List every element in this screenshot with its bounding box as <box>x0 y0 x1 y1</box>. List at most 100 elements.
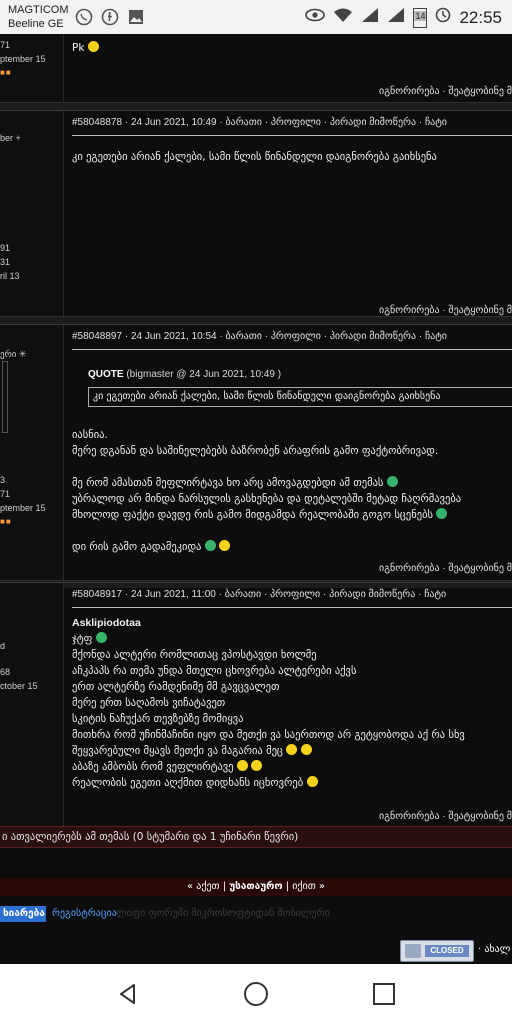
header-rule <box>72 607 512 608</box>
closed-icon <box>405 944 421 958</box>
forum-thread: 71 ptember 15 ■■ Pk იგნორირება · შეატყობ… <box>0 34 512 964</box>
smiley-icon <box>204 540 216 551</box>
post: d 68 ctober 15 #58048917 · 24 Jun 2021, … <box>0 582 512 826</box>
post-line: მერე ერთ საღამოს ვიჩატავეთ <box>72 697 226 709</box>
post-line: შეყვარებული მყავს მეთქი ვა მაგარია მეც <box>72 743 312 759</box>
next-topic-link[interactable]: იქით » <box>292 881 325 892</box>
signal-icon <box>361 7 379 28</box>
post-text: მხოლოდ ფაქტი დავდე რის გამო მიდგამდა რეა… <box>72 509 434 521</box>
rating-stars: ■■ <box>0 68 12 77</box>
post-header[interactable]: #58048897 · 24 Jun 2021, 10:54 · ბარათი … <box>72 331 447 342</box>
quote-title: QUOTE <box>88 369 124 380</box>
thumbs-up-icon <box>236 760 248 771</box>
viewers-summary: ი ათვალიერებს ამ თემას (0 სტუმარი და 1 უ… <box>0 826 512 848</box>
sidebar-info: 71 <box>0 489 11 499</box>
eye-icon <box>305 8 326 27</box>
sidebar-info: ერი ✳ <box>0 349 27 359</box>
post-footer-links[interactable]: იგნორირება · შეატყობინე მ <box>379 305 512 316</box>
post-line: რეალობის ეგეთი აღქმით დიდხანს იცხოვრებ <box>72 775 318 791</box>
thumbs-up-icon <box>251 760 263 771</box>
quote-meta: (bigmaster @ 24 Jun 2021, 10:49 ) <box>126 369 282 380</box>
post-footer-links[interactable]: იგნორირება · შეატყობინე მ <box>379 811 512 822</box>
post-line: სკიტის ნაჩუქარ თევზებზე მომიყვა <box>72 713 244 725</box>
avatar <box>2 361 8 433</box>
clock: 22:55 <box>459 7 502 27</box>
quote-box: კი ეგეთები არიან ქალები, სამი წლის წინან… <box>88 387 512 407</box>
current-topic-label: უსათაურო <box>229 881 283 892</box>
post: ber + 91 31 ril 13 #58048878 · 24 Jun 20… <box>0 110 512 324</box>
post-sidebar: 71 ptember 15 ■■ <box>0 34 64 102</box>
quote-label: QUOTE (bigmaster @ 24 Jun 2021, 10:49 ) <box>88 369 281 380</box>
signal-icon-2 <box>387 7 405 28</box>
post-text: შეყვარებული მყავს მეთქი ვა მაგარია მეც <box>72 745 283 757</box>
bottom-links: ხიარება რეგისტრაცია ლიფი ფორუმი მიკროსოფ… <box>0 906 512 924</box>
sidebar-info: ptember 15 <box>0 503 46 513</box>
post-body: კი ეგეთები არიან ქალები, სამი წლის წინან… <box>72 151 437 163</box>
thumbs-up-icon <box>300 744 312 755</box>
rating-stars: ■■ <box>0 517 12 526</box>
new-topic-link[interactable]: · ახალ <box>478 944 510 955</box>
sidebar-info: 3 <box>0 475 6 485</box>
post: ერი ✳ 3 71 ptember 15 ■■ #58048897 · 24 … <box>0 324 512 580</box>
register-link[interactable]: რეგისტრაცია <box>52 908 117 919</box>
prev-topic-link[interactable]: « აქეთ <box>187 881 220 892</box>
alarm-icon <box>435 7 451 28</box>
smiley-icon <box>95 632 107 643</box>
post-footer-links[interactable]: იგნორირება · შეატყობინე მ <box>379 563 512 574</box>
login-button[interactable]: ხიარება <box>0 906 46 922</box>
post-text: Pk <box>72 42 85 54</box>
post-line: აბაზე ამბობს რომ ვეფლირტავე <box>72 759 263 775</box>
back-icon[interactable] <box>114 980 142 1008</box>
post-line: მქონდა ალტერი რომლითაც ვპოსტავდი ხოლმე <box>72 649 317 661</box>
post-author[interactable]: Asklipiodotaa <box>72 615 141 631</box>
carrier-primary: MAGTICOM <box>8 4 69 16</box>
post-text: აბაზე ამბობს რომ ვეფლირტავე <box>72 761 234 773</box>
header-rule <box>72 349 512 350</box>
battery-icon: 14 <box>413 7 428 28</box>
post-text: ჯტფ <box>72 633 93 645</box>
post-text: რეალობის ეგეთი აღქმით დიდხანს იცხოვრებ <box>72 777 304 789</box>
topic-closed-badge: CLOSED <box>400 940 474 962</box>
post-header[interactable]: #58048878 · 24 Jun 2021, 10:49 · ბარათი … <box>72 117 447 128</box>
post-line: აჩკპაპს რა თემა უნდა მთელი ცხოვრება ალტე… <box>72 665 357 677</box>
post-text: მე რომ ამასთან მეფლირტავა ხო არც ამოვაგდ… <box>72 477 384 489</box>
smiley-icon <box>386 476 398 487</box>
post-sidebar: ber + 91 31 ril 13 <box>0 111 64 324</box>
android-nav-bar <box>0 964 512 1024</box>
sidebar-info: ber + <box>0 133 21 143</box>
post: 71 ptember 15 ■■ Pk იგნორირება · შეატყობ… <box>0 34 512 102</box>
pagination: « აქეთ | უსათაურო | იქით » <box>0 878 512 896</box>
recents-icon[interactable] <box>370 980 398 1008</box>
battery-level: 14 <box>414 10 427 21</box>
home-icon[interactable] <box>242 980 270 1008</box>
sidebar-info: ctober 15 <box>0 681 38 691</box>
smiley-icon <box>219 540 231 551</box>
post-sidebar: ერი ✳ 3 71 ptember 15 ■■ <box>0 325 64 580</box>
post-line: მითხრა რომ უჩინმაჩინი იყო და მეთქი ვა სა… <box>72 729 465 741</box>
post-body: Pk <box>72 40 99 56</box>
sidebar-info: ril 13 <box>0 271 20 281</box>
post-text: დი რის გამო გადამეკიდა <box>72 541 202 553</box>
viber-icon <box>74 7 94 27</box>
smiley-icon <box>87 41 99 52</box>
gallery-icon <box>126 7 146 27</box>
carrier-secondary: Beeline GE <box>8 18 64 30</box>
smiley-icon <box>436 508 448 519</box>
sidebar-info: d <box>0 641 6 651</box>
carrier-info: MAGTICOM Beeline GE <box>8 3 69 31</box>
post-line: დი რის გამო გადამეკიდა <box>72 539 231 555</box>
post-header[interactable]: #58048917 · 24 Jun 2021, 11:00 · ბარათი … <box>72 589 446 600</box>
sidebar-info: 91 <box>0 243 11 253</box>
post-line: ჯტფ <box>72 631 107 647</box>
post-line: იასნია. <box>72 429 108 441</box>
sidebar-info: 68 <box>0 667 11 677</box>
header-rule <box>72 135 512 136</box>
post-footer-links[interactable]: იგნორირება · შეატყობინე მ <box>379 86 512 97</box>
post-line: მხოლოდ ფაქტი დავდე რის გამო მიდგამდა რეა… <box>72 507 448 523</box>
post-divider <box>0 102 512 110</box>
sidebar-info: 71 <box>0 40 11 50</box>
facebook-icon <box>100 7 120 27</box>
post-line: უბრალოდ არ მინდა ნარსულის გასხენება და დ… <box>72 493 462 505</box>
thumbs-up-icon <box>286 744 298 755</box>
post-divider <box>0 316 512 324</box>
